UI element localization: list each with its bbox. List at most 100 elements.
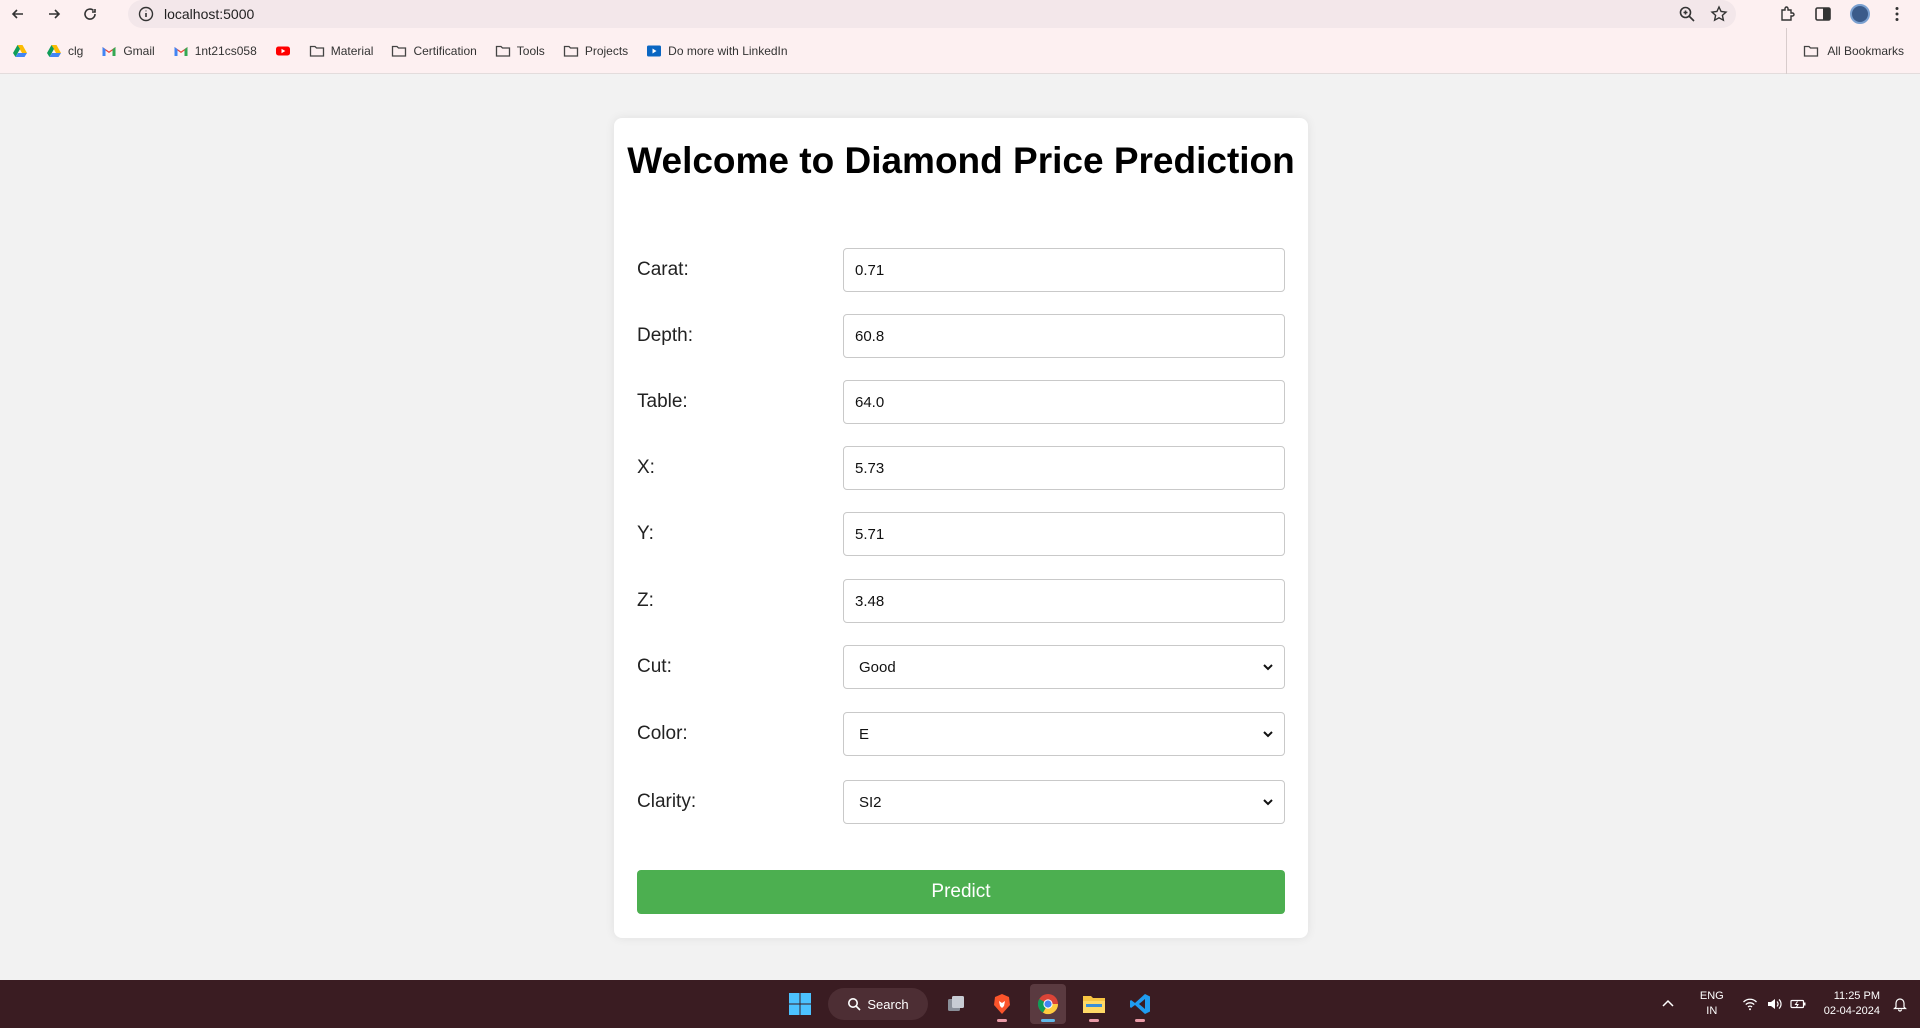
bookmark-star-icon[interactable] bbox=[1710, 5, 1728, 23]
taskbar-file-explorer[interactable] bbox=[1076, 984, 1112, 1024]
carat-label: Carat: bbox=[637, 259, 689, 280]
bookmark-label: clg bbox=[68, 43, 84, 58]
folder-icon bbox=[495, 45, 510, 57]
running-indicator bbox=[1041, 1019, 1055, 1022]
bookmark-label: Projects bbox=[584, 43, 629, 58]
notification-bell-icon[interactable] bbox=[1892, 996, 1908, 1012]
y-input[interactable] bbox=[843, 512, 1285, 556]
cut-select[interactable]: Good bbox=[843, 645, 1285, 689]
all-bookmarks-button[interactable]: All Bookmarks bbox=[1786, 28, 1904, 74]
bookmark-clg[interactable]: clg bbox=[46, 43, 83, 59]
bookmark-label: 1nt21cs058 bbox=[194, 43, 257, 58]
profile-avatar[interactable] bbox=[1850, 4, 1870, 24]
bookmark-label: Do more with LinkedIn bbox=[668, 43, 788, 58]
bookmark-label: Tools bbox=[516, 43, 545, 58]
language-indicator[interactable]: ENG IN bbox=[1700, 989, 1724, 1019]
task-view-icon bbox=[948, 996, 964, 1011]
back-button[interactable] bbox=[0, 0, 36, 28]
folder-icon bbox=[392, 45, 407, 57]
address-bar[interactable]: localhost:5000 bbox=[128, 0, 1736, 28]
chevron-down-icon bbox=[1263, 799, 1273, 806]
z-input[interactable] bbox=[843, 579, 1285, 623]
running-indicator bbox=[1089, 1019, 1099, 1022]
bookmark-label: Certification bbox=[413, 43, 477, 58]
vscode-icon bbox=[1130, 994, 1150, 1014]
taskbar-search[interactable]: Search bbox=[828, 988, 928, 1020]
bookmark-label: Gmail bbox=[123, 43, 155, 58]
color-selected-value: E bbox=[859, 725, 870, 743]
clarity-select[interactable]: SI2 bbox=[843, 780, 1285, 824]
cut-selected-value: Good bbox=[859, 658, 896, 676]
forward-button[interactable] bbox=[36, 0, 72, 28]
search-label: Search bbox=[867, 996, 909, 1012]
bookmark-youtube[interactable] bbox=[275, 43, 291, 59]
forward-arrow-icon bbox=[49, 9, 61, 19]
chevron-up-icon[interactable] bbox=[1660, 996, 1676, 1012]
chrome-icon bbox=[1037, 994, 1059, 1015]
running-indicator bbox=[1135, 1019, 1145, 1022]
depth-row: Depth: bbox=[637, 314, 1285, 358]
reload-icon bbox=[84, 8, 96, 20]
taskbar-task-view[interactable] bbox=[938, 984, 974, 1024]
clock[interactable]: 11:25 PM 02-04-2024 bbox=[1824, 989, 1880, 1019]
y-label: Y: bbox=[637, 523, 654, 544]
x-input[interactable] bbox=[843, 446, 1285, 490]
z-row: Z: bbox=[637, 579, 1285, 623]
browser-toolbar: localhost:5000 bbox=[0, 0, 1920, 28]
battery-icon[interactable] bbox=[1790, 996, 1806, 1012]
x-row: X: bbox=[637, 446, 1285, 490]
clock-date: 02-04-2024 bbox=[1823, 1005, 1880, 1017]
predict-button[interactable]: Predict bbox=[637, 870, 1285, 914]
color-select[interactable]: E bbox=[843, 712, 1285, 756]
bookmark-label: Material bbox=[330, 43, 374, 58]
z-label: Z: bbox=[637, 590, 654, 611]
bookmark-linkedin[interactable]: Do more with LinkedIn bbox=[646, 43, 788, 59]
bookmark-1nt21cs058[interactable]: 1nt21cs058 bbox=[173, 43, 257, 59]
youtube-icon bbox=[275, 46, 290, 55]
depth-label: Depth: bbox=[637, 325, 693, 346]
search-icon bbox=[848, 998, 861, 1011]
taskbar-vscode[interactable] bbox=[1122, 984, 1158, 1024]
google-drive-icon bbox=[13, 44, 27, 57]
page-title: Welcome to Diamond Price Prediction bbox=[627, 140, 1295, 181]
color-row: Color: E bbox=[637, 712, 1285, 756]
carat-input[interactable] bbox=[843, 248, 1285, 292]
color-label: Color: bbox=[637, 723, 688, 744]
bookmark-projects[interactable]: Projects bbox=[563, 43, 628, 59]
chevron-down-icon bbox=[1263, 664, 1273, 671]
folder-icon bbox=[563, 45, 578, 57]
linkedin-learning-icon bbox=[647, 45, 662, 56]
clarity-selected-value: SI2 bbox=[859, 793, 882, 811]
taskbar-chrome[interactable] bbox=[1030, 984, 1066, 1024]
chevron-down-icon bbox=[1263, 731, 1273, 738]
site-info-icon[interactable] bbox=[138, 6, 154, 22]
table-row: Table: bbox=[637, 380, 1285, 424]
table-input[interactable] bbox=[843, 380, 1285, 424]
clarity-row: Clarity: SI2 bbox=[637, 780, 1285, 824]
start-button[interactable] bbox=[782, 984, 818, 1024]
all-bookmarks-label: All Bookmarks bbox=[1827, 44, 1904, 58]
system-tray: ENG IN 11:25 PM 02-04-2024 bbox=[1660, 980, 1920, 1028]
wifi-icon[interactable] bbox=[1742, 996, 1758, 1012]
more-menu-icon[interactable] bbox=[1888, 5, 1906, 23]
windows-logo-icon bbox=[789, 993, 811, 1015]
side-panel-icon[interactable] bbox=[1814, 5, 1832, 23]
volume-icon[interactable] bbox=[1766, 996, 1782, 1012]
url-text[interactable]: localhost:5000 bbox=[164, 6, 254, 22]
bookmark-drive[interactable] bbox=[12, 43, 28, 59]
brave-browser-icon bbox=[994, 994, 1010, 1014]
gmail-icon bbox=[102, 46, 116, 56]
depth-input[interactable] bbox=[843, 314, 1285, 358]
google-drive-icon bbox=[47, 44, 61, 57]
taskbar-brave[interactable] bbox=[984, 984, 1020, 1024]
gmail-icon bbox=[174, 46, 188, 56]
reload-button[interactable] bbox=[72, 0, 108, 28]
bookmark-certification[interactable]: Certification bbox=[391, 43, 477, 59]
bookmark-gmail[interactable]: Gmail bbox=[101, 43, 155, 59]
cut-row: Cut: Good bbox=[637, 645, 1285, 689]
table-label: Table: bbox=[637, 391, 688, 412]
zoom-icon[interactable] bbox=[1678, 5, 1696, 23]
bookmark-tools[interactable]: Tools bbox=[495, 43, 545, 59]
bookmark-material[interactable]: Material bbox=[309, 43, 374, 59]
extensions-icon[interactable] bbox=[1778, 5, 1796, 23]
